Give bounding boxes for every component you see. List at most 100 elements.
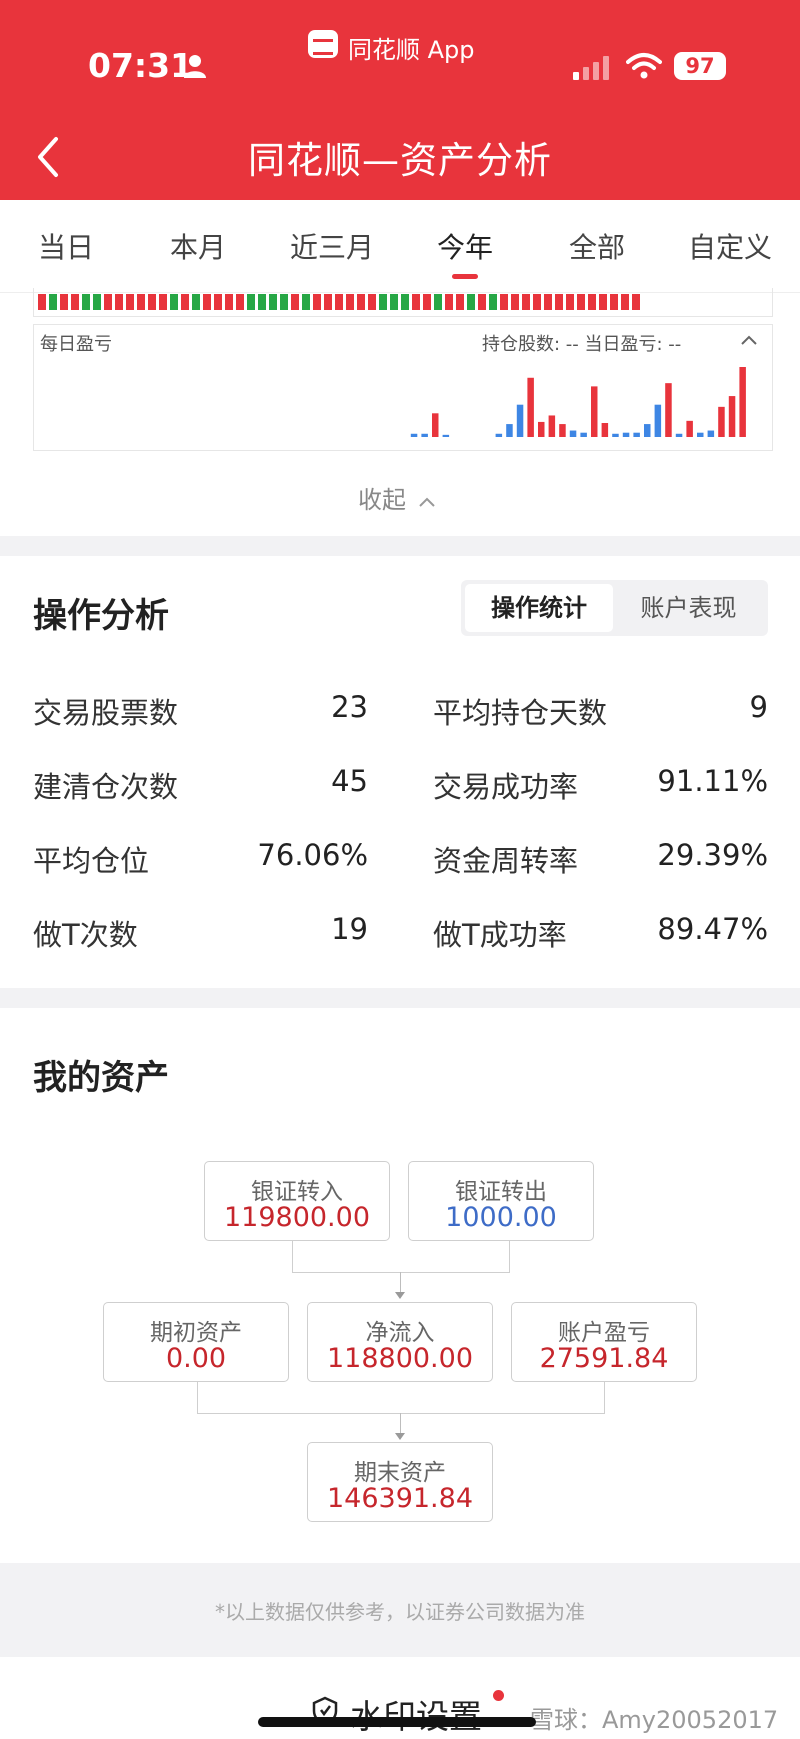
pnl-bar bbox=[495, 433, 503, 437]
stat-value: 76.06% bbox=[257, 838, 368, 872]
segment-operation-stats[interactable]: 操作统计 bbox=[465, 584, 613, 632]
app-name: 同花顺 App bbox=[348, 36, 475, 64]
trend-strip-bar bbox=[401, 294, 409, 310]
trend-strip-bar bbox=[49, 294, 57, 310]
trend-strip-bar bbox=[467, 294, 475, 310]
pnl-bar bbox=[601, 423, 609, 437]
trend-strip-bar bbox=[434, 294, 442, 310]
operation-analysis-title: 操作分析 bbox=[33, 596, 169, 636]
tab-last-three-months[interactable]: 近三月 bbox=[290, 226, 374, 266]
trend-strip-bar bbox=[511, 294, 519, 310]
stat-label: 建清仓次数 bbox=[33, 770, 179, 804]
pnl-bar bbox=[559, 424, 566, 437]
trend-strip-bar bbox=[137, 294, 145, 310]
trend-strip-bar bbox=[544, 294, 552, 310]
final-assets-label: 期末资产 bbox=[354, 1460, 446, 1486]
tab-today[interactable]: 当日 bbox=[38, 226, 94, 266]
status-time: 07:31 bbox=[88, 46, 194, 85]
stat-label: 做T次数 bbox=[33, 918, 138, 952]
stat-label: 做T成功率 bbox=[433, 918, 567, 952]
active-tab-indicator bbox=[452, 274, 478, 279]
pnl-bar bbox=[739, 367, 746, 437]
pnl-bar bbox=[548, 415, 556, 437]
pnl-bar bbox=[686, 420, 693, 437]
bank-out-value: 1000.00 bbox=[445, 1202, 557, 1233]
tab-this-year[interactable]: 今年 bbox=[437, 226, 493, 266]
arrow-down-icon bbox=[395, 1292, 405, 1299]
watermark-setting-button[interactable]: 水印设置 bbox=[350, 1690, 482, 1738]
trend-strip-bar bbox=[621, 294, 629, 310]
stat-value: 19 bbox=[331, 912, 368, 946]
stat-value: 91.11% bbox=[657, 764, 768, 798]
stat-value: 9 bbox=[749, 690, 768, 724]
pnl-bar bbox=[506, 424, 513, 437]
trend-strip-bar bbox=[236, 294, 244, 310]
tab-this-month[interactable]: 本月 bbox=[170, 226, 226, 266]
pnl-bar bbox=[516, 404, 524, 437]
collapse-toggle[interactable]: 收起 bbox=[358, 480, 436, 515]
bank-out-label: 银证转出 bbox=[455, 1179, 547, 1205]
pnl-bar bbox=[697, 432, 704, 437]
trend-strip-bar bbox=[599, 294, 607, 310]
app-header: 07:31 同花顺 App 97 同花顺—资产分析 bbox=[0, 0, 800, 200]
notification-dot bbox=[493, 1690, 504, 1701]
pnl-bar bbox=[410, 433, 418, 437]
trend-strip-bar bbox=[269, 294, 277, 310]
stat-label: 平均仓位 bbox=[33, 844, 150, 878]
trend-strip-bar bbox=[192, 294, 200, 310]
trend-strip-bar bbox=[93, 294, 101, 310]
trend-strip-bar bbox=[126, 294, 134, 310]
trend-strip-bar bbox=[632, 294, 640, 310]
trend-strip-bar bbox=[82, 294, 90, 310]
section-divider bbox=[0, 988, 800, 1008]
home-indicator bbox=[258, 1717, 536, 1727]
section-divider bbox=[0, 536, 800, 556]
account-pnl-label: 账户盈亏 bbox=[558, 1320, 650, 1346]
initial-assets-card: 期初资产 0.00 bbox=[103, 1302, 289, 1382]
tab-all[interactable]: 全部 bbox=[569, 226, 625, 266]
trend-strip-bar bbox=[577, 294, 585, 310]
pnl-bar bbox=[591, 386, 598, 437]
final-assets-value: 146391.84 bbox=[326, 1483, 473, 1514]
trend-strip-bar bbox=[170, 294, 178, 310]
stat-label: 平均持仓天数 bbox=[433, 696, 608, 730]
trend-strip-bar bbox=[247, 294, 255, 310]
trend-strip-bar bbox=[302, 294, 310, 310]
chevron-up-icon[interactable] bbox=[740, 334, 758, 346]
stat-label: 资金周转率 bbox=[433, 844, 579, 878]
trend-strip-bar bbox=[390, 294, 398, 310]
pnl-bar bbox=[633, 432, 640, 437]
trend-strip-bar bbox=[588, 294, 596, 310]
trend-strip-bar bbox=[412, 294, 420, 310]
my-assets-title: 我的资产 bbox=[33, 1058, 169, 1098]
trend-strip-bar bbox=[258, 294, 266, 310]
daily-trend-strip bbox=[33, 288, 773, 317]
trend-strip-bar bbox=[379, 294, 387, 310]
trend-strip-bar bbox=[566, 294, 574, 310]
tab-custom[interactable]: 自定义 bbox=[688, 226, 772, 266]
trend-strip-bar bbox=[346, 294, 354, 310]
trend-strip-bar bbox=[522, 294, 530, 310]
pnl-bar bbox=[580, 432, 587, 437]
trend-strip-bar bbox=[478, 294, 486, 310]
trend-strip-bar bbox=[203, 294, 211, 310]
trend-strip-bar bbox=[500, 294, 508, 310]
source-credit: 雪球：Amy20052017 bbox=[530, 1706, 779, 1734]
pnl-bar bbox=[421, 433, 428, 437]
final-assets-card: 期末资产 146391.84 bbox=[307, 1442, 493, 1522]
trend-strip-bar bbox=[456, 294, 464, 310]
flow-connector bbox=[197, 1381, 605, 1414]
trend-strip-bar bbox=[291, 294, 299, 310]
initial-assets-label: 期初资产 bbox=[150, 1320, 242, 1346]
segment-account-performance[interactable]: 账户表现 bbox=[613, 584, 764, 632]
trend-strip-bar bbox=[104, 294, 112, 310]
pnl-bar bbox=[612, 433, 619, 437]
collapse-label: 收起 bbox=[358, 486, 406, 514]
bank-transfer-in-card: 银证转入 119800.00 bbox=[204, 1161, 390, 1241]
pnl-bar bbox=[644, 424, 651, 437]
trend-strip-bar bbox=[335, 294, 343, 310]
stat-value: 29.39% bbox=[657, 838, 768, 872]
trend-strip-bar bbox=[280, 294, 288, 310]
pnl-bar bbox=[538, 421, 545, 437]
wifi-icon bbox=[626, 53, 662, 79]
